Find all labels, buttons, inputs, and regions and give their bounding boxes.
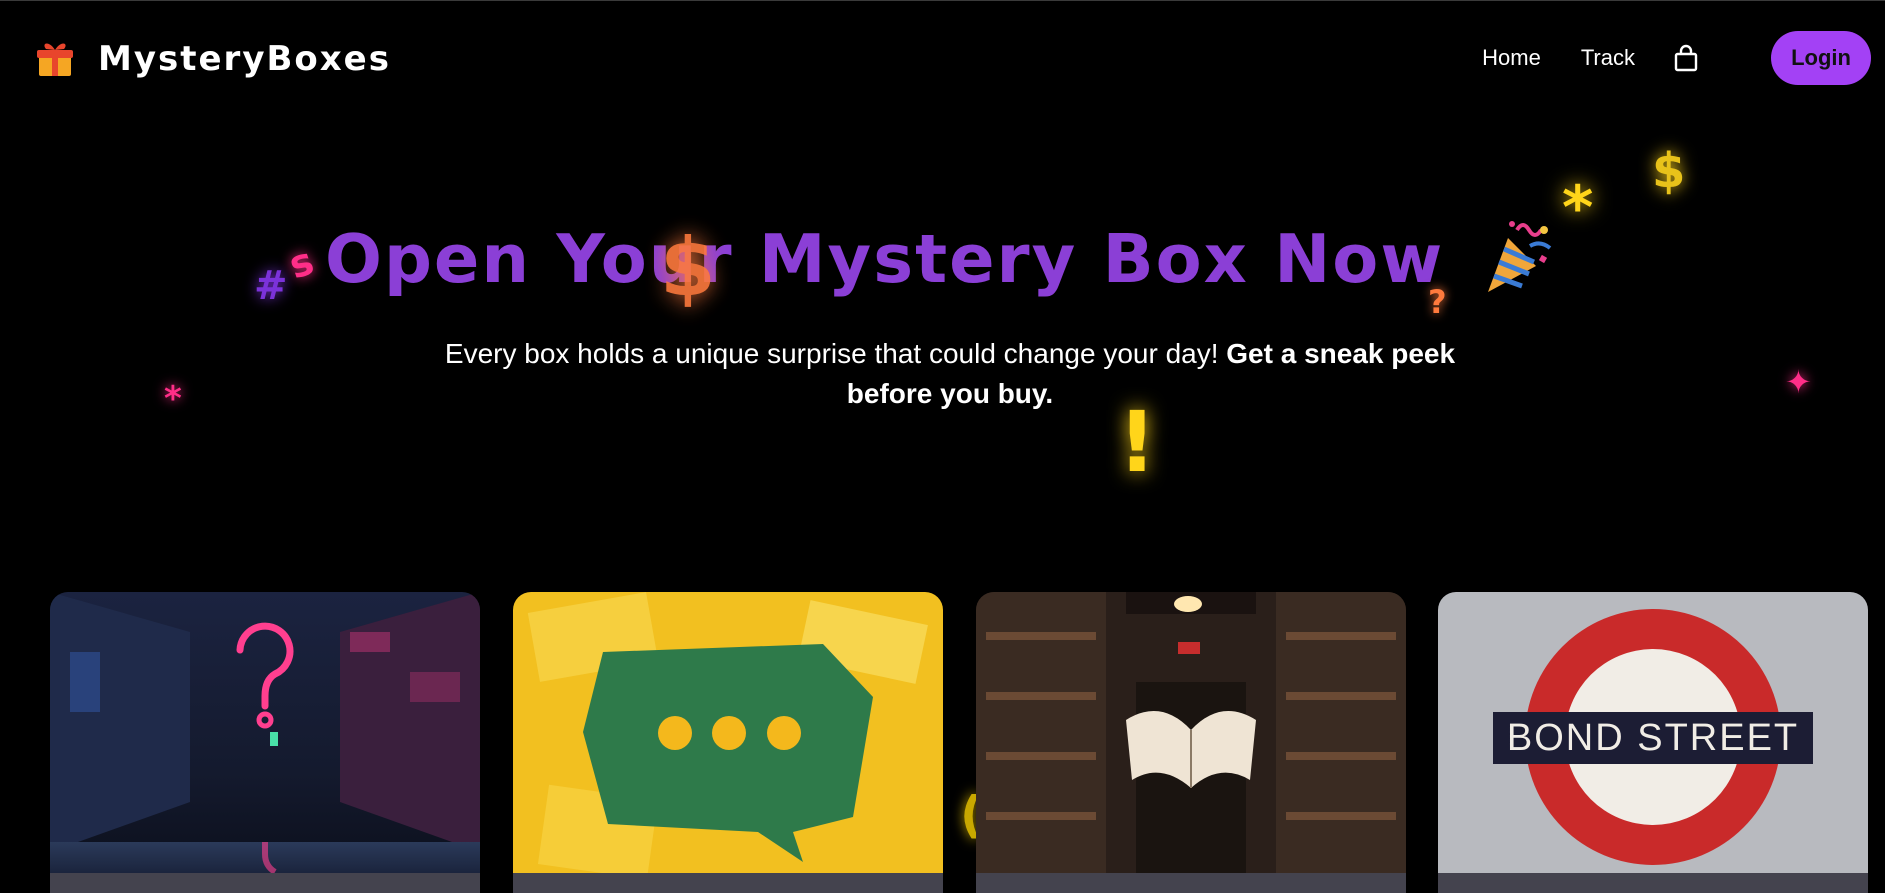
brand[interactable]: MysteryBoxes: [36, 39, 391, 79]
decor-s-pink: s: [283, 238, 319, 288]
party-popper-icon: [1488, 221, 1552, 292]
decor-asterisk-yellow: *: [1562, 173, 1594, 243]
speech-bubble-image: [513, 592, 943, 893]
hero-title: Open Your Mystery Box Now: [325, 220, 1445, 298]
nav-track-link[interactable]: Track: [1581, 45, 1635, 71]
gift-icon: [37, 43, 73, 76]
decor-asterisk-pink: *: [164, 379, 182, 419]
neon-question-alley-image: [50, 592, 480, 893]
bond-street-sign-text: BOND STREET: [1507, 717, 1799, 759]
nav-home-link[interactable]: Home: [1482, 45, 1541, 71]
floating-book-library-image: [976, 592, 1406, 893]
brand-name: MysteryBoxes: [98, 39, 391, 79]
main-nav: Home Track Login: [1482, 31, 1871, 85]
shopping-bag-icon[interactable]: [1673, 44, 1699, 72]
mystery-box-card-3[interactable]: [976, 592, 1406, 893]
decor-sparkle-pink: ✦: [1785, 363, 1812, 401]
card-footer: [976, 873, 1406, 893]
card-footer: [513, 873, 943, 893]
hero-subtitle-text: Every box holds a unique surprise that c…: [444, 338, 1219, 369]
bond-street-sign-image: BOND STREET: [1438, 592, 1868, 893]
card-footer: [50, 873, 480, 893]
card-footer: [1438, 873, 1868, 893]
hero-subtitle: Every box holds a unique surprise that c…: [440, 334, 1460, 414]
decor-hash-purple: #: [254, 263, 288, 309]
mystery-box-card-4[interactable]: BOND STREET: [1438, 592, 1868, 893]
decor-dollar-yellow: $: [1652, 143, 1686, 199]
mystery-box-card-1[interactable]: [50, 592, 480, 893]
login-button[interactable]: Login: [1771, 31, 1871, 85]
mystery-box-card-2[interactable]: [513, 592, 943, 893]
